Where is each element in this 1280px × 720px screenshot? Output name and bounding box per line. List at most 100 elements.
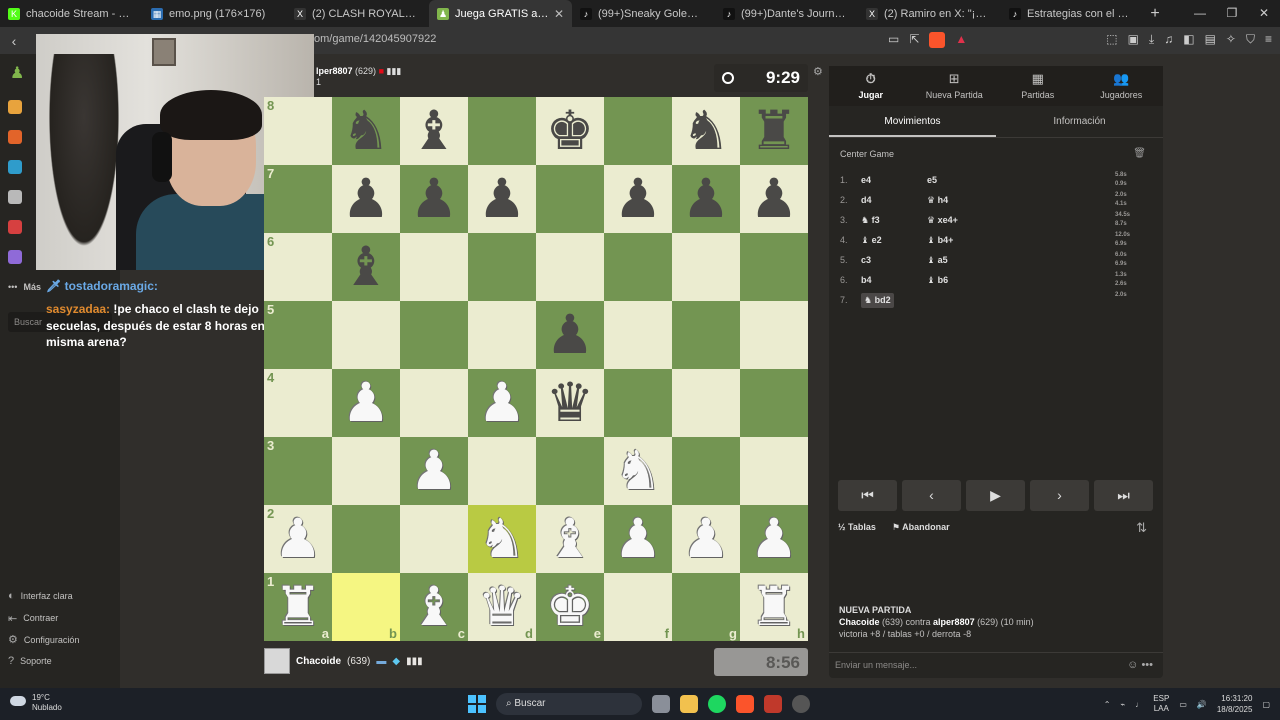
- square-e5[interactable]: ♟: [536, 301, 604, 369]
- square-e3[interactable]: [536, 437, 604, 505]
- language-indicator[interactable]: ESP LAA: [1153, 694, 1169, 714]
- panel-nav-item[interactable]: ⊞ Nueva Partida: [913, 66, 997, 106]
- square-c4[interactable]: [400, 369, 468, 437]
- close-tab-icon[interactable]: ✕: [554, 7, 564, 21]
- black-knight-icon[interactable]: ♞: [342, 104, 390, 158]
- start-icon[interactable]: [468, 695, 486, 713]
- obs-icon[interactable]: [792, 695, 810, 713]
- chess-board[interactable]: 8 ♞ ♝ ♚ ♞ ♜ 7 ♟ ♟ ♟ ♟ ♟ ♟ 6 ♝ 5 ♟ 4 ♟ ♟ ♛ 3 ♟ ♞ 2 ♟ ♞ ♝ ♟ ♟ ♟ 1 a ♜ b c ♝ d ♛ e…: [264, 97, 808, 641]
- next-move-button[interactable]: ›: [1030, 480, 1089, 511]
- white-pawn-icon[interactable]: ♟: [274, 512, 322, 566]
- black-rook-icon[interactable]: ♜: [750, 104, 798, 158]
- white-bishop-icon[interactable]: ♝: [546, 512, 594, 566]
- top-player-name[interactable]: lper8807: [316, 66, 353, 76]
- url-field[interactable]: om/game/142045907922: [314, 33, 436, 45]
- trash-icon[interactable]: 🗑: [1133, 148, 1146, 159]
- black-bishop-icon[interactable]: ♝: [342, 240, 390, 294]
- square-c2[interactable]: [400, 505, 468, 573]
- black-queen-icon[interactable]: ♛: [546, 376, 594, 430]
- sidebar-watch[interactable]: [8, 190, 22, 204]
- white-move[interactable]: d4: [861, 195, 927, 205]
- browser-tab[interactable]: X (2) CLASH ROYALE MEMES - B: [286, 0, 429, 27]
- chess-logo[interactable]: ♟: [10, 63, 24, 83]
- vpn-icon[interactable]: ⛉: [1246, 32, 1255, 47]
- black-pawn-icon[interactable]: ♟: [682, 172, 730, 226]
- square-g8[interactable]: ♞: [672, 97, 740, 165]
- taskbar-search[interactable]: ⌕ Buscar: [496, 693, 642, 715]
- square-f6[interactable]: [604, 233, 672, 301]
- square-f8[interactable]: [604, 97, 672, 165]
- square-a1[interactable]: 1 a ♜: [264, 573, 332, 641]
- square-d6[interactable]: [468, 233, 536, 301]
- play-button[interactable]: ▶: [966, 480, 1025, 511]
- sidebar-link[interactable]: ? Soporte: [8, 655, 52, 667]
- taskbar-clock[interactable]: 16:31:20 18/8/2025: [1217, 693, 1253, 715]
- game-chat-input[interactable]: Enviar un mensaje... ☺ •••: [829, 652, 1163, 678]
- square-g3[interactable]: [672, 437, 740, 505]
- weather-widget[interactable]: 19°C Nublado: [10, 693, 62, 713]
- sidebar-more[interactable]: ••• Más: [8, 282, 41, 292]
- tray-chevron-icon[interactable]: ⌃: [1104, 700, 1111, 709]
- sidebar-news[interactable]: [8, 220, 22, 234]
- square-f1[interactable]: f: [604, 573, 672, 641]
- white-queen-icon[interactable]: ♛: [478, 580, 526, 634]
- black-move[interactable]: ♛ xe4+: [927, 215, 1047, 226]
- square-e6[interactable]: [536, 233, 604, 301]
- white-knight-icon[interactable]: ♞: [614, 444, 662, 498]
- square-f5[interactable]: [604, 301, 672, 369]
- square-g6[interactable]: [672, 233, 740, 301]
- close-window-button[interactable]: ✕: [1248, 0, 1280, 27]
- streaming-app-icon[interactable]: [764, 695, 782, 713]
- square-b7[interactable]: ♟: [332, 165, 400, 233]
- wallet-icon[interactable]: ▤: [1205, 32, 1216, 47]
- bottom-player-name[interactable]: Chacoide: [296, 656, 341, 667]
- square-a3[interactable]: 3: [264, 437, 332, 505]
- file-explorer-icon[interactable]: [680, 695, 698, 713]
- first-move-button[interactable]: ⏮: [838, 480, 897, 511]
- spotify-icon[interactable]: [708, 695, 726, 713]
- sidebar-play[interactable]: [8, 100, 22, 114]
- notification-icon[interactable]: ▢: [1262, 700, 1270, 709]
- square-c7[interactable]: ♟: [400, 165, 468, 233]
- square-d7[interactable]: ♟: [468, 165, 536, 233]
- square-c8[interactable]: ♝: [400, 97, 468, 165]
- square-f4[interactable]: [604, 369, 672, 437]
- black-pawn-icon[interactable]: ♟: [410, 172, 458, 226]
- white-move[interactable]: ♝ e2: [861, 235, 927, 246]
- panel-nav-item[interactable]: 👥 Jugadores: [1080, 66, 1164, 106]
- square-c1[interactable]: c ♝: [400, 573, 468, 641]
- black-pawn-icon[interactable]: ♟: [614, 172, 662, 226]
- maximize-button[interactable]: ❐: [1216, 0, 1248, 27]
- square-h5[interactable]: [740, 301, 808, 369]
- panel-nav-item[interactable]: ▦ Partidas: [996, 66, 1080, 106]
- black-king-icon[interactable]: ♚: [546, 104, 594, 158]
- white-move[interactable]: ♞ f3: [861, 215, 927, 226]
- black-move[interactable]: ♛ h4: [927, 195, 1047, 206]
- square-g1[interactable]: g: [672, 573, 740, 641]
- screenshot-icon[interactable]: ▣: [1128, 32, 1139, 47]
- brave-shield-icon[interactable]: [929, 32, 946, 48]
- square-h7[interactable]: ♟: [740, 165, 808, 233]
- black-pawn-icon[interactable]: ♟: [478, 172, 526, 226]
- white-bishop-icon[interactable]: ♝: [410, 580, 458, 634]
- new-tab-button[interactable]: +: [1144, 5, 1166, 23]
- square-d8[interactable]: [468, 97, 536, 165]
- music-icon[interactable]: ♫: [1164, 32, 1173, 47]
- square-g5[interactable]: [672, 301, 740, 369]
- browser-tab[interactable]: ♪ (99+)Dante's Journey in Devil M: [715, 0, 858, 27]
- square-e4[interactable]: ♛: [536, 369, 604, 437]
- browser-tab[interactable]: ♪ (99+)Sneaky Golem en Pocket: [572, 0, 715, 27]
- browser-tab[interactable]: ▦ emo.png (176×176): [143, 0, 286, 27]
- square-c5[interactable]: [400, 301, 468, 369]
- square-a2[interactable]: 2 ♟: [264, 505, 332, 573]
- sidebar-puzzles[interactable]: [8, 130, 22, 144]
- sidebar-link[interactable]: ◐ Interfaz clara: [8, 590, 73, 602]
- black-pawn-icon[interactable]: ♟: [546, 308, 594, 362]
- sidebar-link[interactable]: ⇤ Contraer: [8, 612, 58, 625]
- leo-icon[interactable]: ✧: [1226, 32, 1236, 47]
- square-h6[interactable]: [740, 233, 808, 301]
- panel-tab[interactable]: Movimientos: [829, 106, 996, 137]
- black-move[interactable]: ♝ b6: [927, 275, 1047, 286]
- black-move[interactable]: ♝ b4+: [927, 235, 1047, 246]
- square-a7[interactable]: 7: [264, 165, 332, 233]
